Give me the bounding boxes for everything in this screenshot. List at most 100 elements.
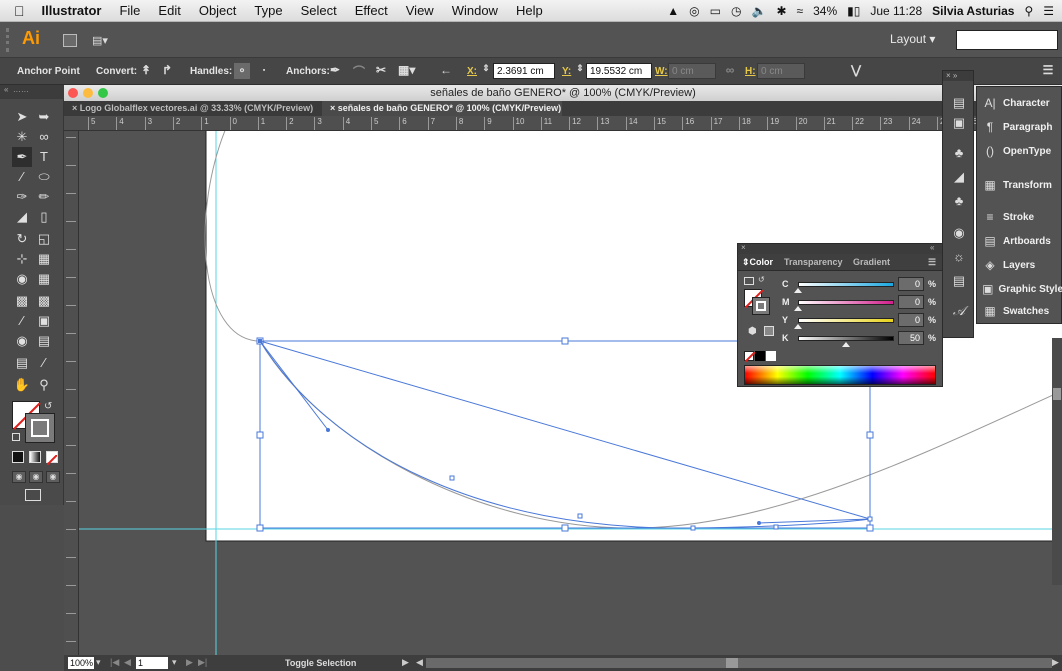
connect-endpoints-icon[interactable]: ⌒ (351, 63, 367, 79)
stroke-swatch[interactable] (25, 413, 55, 443)
direction-handle[interactable] (757, 521, 761, 525)
apple-menu-icon[interactable]:  (0, 3, 33, 19)
none-mode-icon[interactable] (46, 451, 58, 466)
libraries-panel-icon[interactable]: ☼ (949, 247, 969, 267)
convert-to-smooth-icon[interactable]: ↱ (159, 63, 175, 79)
scroll-left-icon[interactable]: ◀ (416, 657, 423, 668)
magenta-value-field[interactable]: 0 (898, 295, 924, 309)
tab-senales-bano[interactable]: × señales de baño GENERO* @ 100% (CMYK/P… (322, 101, 562, 116)
width-tool-icon[interactable]: ⊹ (12, 249, 32, 269)
panel-transform[interactable]: ▦ Transform (977, 173, 1062, 197)
horizontal-scrollbar[interactable] (426, 658, 1052, 668)
show-handles-icon[interactable]: ∘ (234, 63, 250, 79)
anchor-point[interactable] (449, 475, 455, 481)
hand-tool-icon[interactable]: ✋ (12, 375, 32, 395)
column-graph-tool-icon[interactable]: ▤ (34, 331, 54, 351)
draw-behind-icon[interactable]: ◉ (29, 471, 43, 483)
pencil-tool-icon[interactable]: ✏ (34, 187, 54, 207)
align-anchor-icon[interactable]: ← (438, 63, 454, 79)
pathfinder-panel-icon[interactable]: ▣ (949, 113, 969, 133)
cyan-slider-track[interactable] (798, 282, 894, 287)
tab-logo-globalflex[interactable]: × Logo Globalflex vectores.ai @ 33.33% (… (64, 101, 322, 116)
collapse-panel-icon[interactable]: « (930, 243, 934, 252)
remove-anchor-icon[interactable]: ✒ (327, 63, 343, 79)
magenta-slider-thumb[interactable] (794, 306, 802, 311)
shaper-tool-icon[interactable]: ◢ (12, 207, 32, 227)
draw-inside-icon[interactable]: ◉ (46, 471, 60, 483)
last-artboard-icon[interactable]: ▶| (198, 657, 207, 668)
menu-effect[interactable]: Effect (346, 3, 397, 18)
menu-view[interactable]: View (397, 3, 443, 18)
volume-icon[interactable]: 🔈 (751, 4, 766, 18)
height-field[interactable]: 0 cm (757, 63, 805, 79)
x-stepper-icon[interactable]: ⇕ (478, 63, 494, 79)
tab-gradient[interactable]: Gradient (853, 257, 890, 267)
zoom-level-field[interactable]: 100% (68, 657, 94, 669)
mesh-tool-icon[interactable]: ▩ (12, 291, 32, 311)
spotlight-icon[interactable]: ⚲ (1024, 4, 1033, 18)
menu-file[interactable]: File (110, 3, 149, 18)
go-to-bridge-button[interactable] (63, 34, 77, 47)
menu-select[interactable]: Select (292, 3, 346, 18)
minimize-window-button[interactable] (83, 88, 93, 98)
lasso-tool-icon[interactable]: ∞ (34, 127, 54, 147)
control-bar-menu-icon[interactable]: ☰ (1040, 63, 1056, 79)
menu-edit[interactable]: Edit (149, 3, 189, 18)
bbox-handle[interactable] (256, 524, 264, 532)
constrain-proportions-icon[interactable]: ∞ (722, 63, 738, 79)
status-menu-icon[interactable]: ▶ (402, 657, 409, 668)
draw-normal-icon[interactable]: ◉ (12, 471, 26, 483)
slice-tool-icon[interactable]: ∕ (34, 353, 54, 373)
tab-color[interactable]: ⇕Color (742, 257, 773, 268)
black-swatch[interactable] (755, 351, 765, 361)
color-guide-panel-icon[interactable]: ♣ (949, 191, 969, 211)
cyan-slider-thumb[interactable] (794, 288, 802, 293)
vertical-scrollbar[interactable] (1052, 338, 1062, 585)
eraser-tool-icon[interactable]: ▯ (34, 207, 54, 227)
notification-center-icon[interactable]: ☰ (1043, 4, 1054, 18)
gradient-mode-icon[interactable] (29, 451, 41, 463)
canvas[interactable] (79, 131, 1062, 655)
change-screen-mode-icon[interactable] (25, 489, 41, 501)
magic-wand-tool-icon[interactable]: ✳ (12, 127, 32, 147)
workspace-switcher[interactable]: Layout ▾ (890, 32, 935, 46)
arrange-documents-button[interactable]: ▤▾ (92, 34, 114, 47)
menu-type[interactable]: Type (245, 3, 291, 18)
black-slider-track[interactable] (798, 336, 894, 341)
menu-window[interactable]: Window (443, 3, 507, 18)
ellipse-tool-icon[interactable]: ⬭ (34, 167, 54, 187)
none-swatch[interactable] (744, 351, 756, 363)
tools-panel-grip[interactable]: « …… (0, 85, 64, 99)
strip-header[interactable]: × » (943, 71, 973, 81)
menu-help[interactable]: Help (507, 3, 552, 18)
anchor-point[interactable] (577, 513, 583, 519)
color-spectrum-bar[interactable] (744, 365, 936, 385)
search-help-input[interactable] (956, 30, 1058, 50)
pen-tool-icon[interactable]: ✒ (12, 147, 32, 167)
scale-tool-icon[interactable]: ◱ (34, 229, 54, 249)
close-window-button[interactable] (68, 88, 78, 98)
artboard-number-field[interactable]: 1 (136, 657, 168, 669)
gradient-tool-icon[interactable]: ▩ (34, 291, 54, 311)
bbox-handle[interactable] (256, 431, 264, 439)
direct-selection-tool-icon[interactable]: ➥ (34, 107, 54, 127)
black-value-field[interactable]: 50 (898, 331, 924, 345)
hide-handles-icon[interactable]: ∙ (256, 63, 272, 79)
close-panel-icon[interactable]: × (741, 243, 746, 252)
creative-cloud-icon[interactable]: ◎ (689, 4, 699, 18)
convert-to-corner-icon[interactable]: ↟ (138, 63, 154, 79)
anchor-point[interactable] (773, 524, 779, 530)
panel-character[interactable]: A| Character (977, 91, 1062, 115)
panel-swatches[interactable]: ▦ Swatches (977, 299, 1062, 323)
perspective-grid-tool-icon[interactable]: ▦ (34, 269, 54, 289)
y-position-field[interactable]: 19.5532 cm (586, 63, 652, 79)
bluetooth-icon[interactable]: ✱ (776, 4, 786, 18)
cut-path-icon[interactable]: ✂ (373, 63, 389, 79)
color-panel-header[interactable]: × « (738, 243, 942, 254)
white-swatch[interactable] (766, 351, 776, 361)
zoom-tool-icon[interactable]: ⚲ (34, 375, 54, 395)
bbox-handle[interactable] (561, 337, 569, 345)
wifi-icon[interactable]: ≈ (797, 4, 804, 18)
panel-artboards[interactable]: ▤ Artboards (977, 229, 1062, 253)
artboard-dropdown-icon[interactable]: ▾ (172, 657, 177, 668)
